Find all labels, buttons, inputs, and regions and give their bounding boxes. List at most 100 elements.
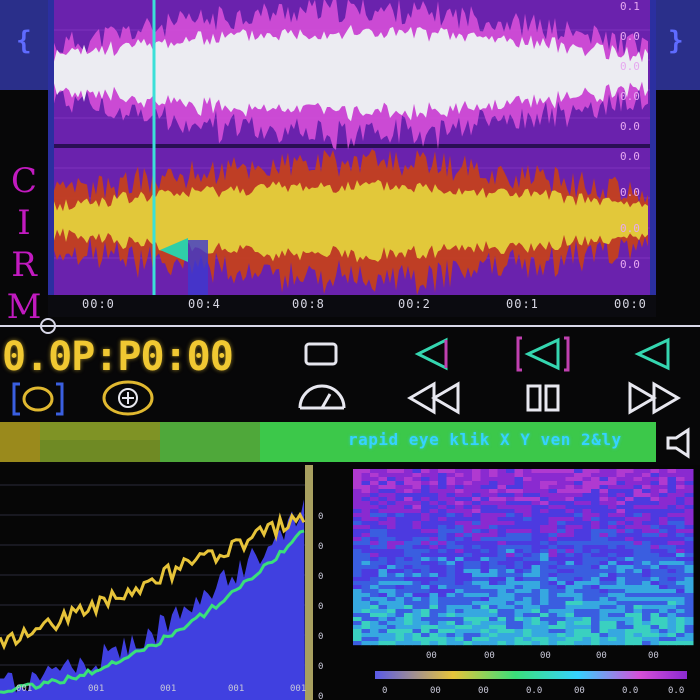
- spectrogram-cell: [667, 585, 677, 590]
- spectrogram-cell: [574, 485, 583, 490]
- spectrogram-cell: [463, 597, 473, 602]
- spectrogram-cell: [599, 473, 609, 478]
- level-history-graph[interactable]: 0000000: [0, 465, 345, 700]
- spectrogram-cell: [395, 521, 405, 526]
- spectrogram-cell: [455, 521, 464, 526]
- spectrogram-view[interactable]: [345, 465, 700, 700]
- pause-button[interactable]: [522, 380, 566, 416]
- stop-button[interactable]: [300, 336, 344, 372]
- spectrogram-cell: [395, 597, 405, 602]
- fast-forward-button[interactable]: [624, 380, 686, 416]
- spectrogram-cell: [582, 641, 592, 646]
- spectrogram-cell: [506, 629, 515, 634]
- spectrogram-cell: [421, 485, 430, 490]
- spectrogram-cell: [531, 489, 541, 494]
- spectrogram-cell: [463, 533, 473, 538]
- spectrogram-cell: [472, 589, 481, 594]
- spectrogram-cell: [429, 585, 439, 590]
- spectrogram-cell: [523, 609, 532, 614]
- next-marker-button[interactable]: [628, 334, 678, 374]
- spectrogram-cell: [523, 545, 532, 550]
- spectrogram-cell: [370, 545, 379, 550]
- spectrogram-cell: [497, 537, 507, 542]
- time-ruler[interactable]: [48, 295, 656, 317]
- spectrogram-cell: [395, 545, 405, 550]
- spectrogram-cell: [582, 553, 592, 558]
- spectrogram-cell: [642, 617, 651, 622]
- spectrogram-cell: [625, 561, 634, 566]
- spectrogram-cell: [472, 617, 481, 622]
- add-button[interactable]: [98, 378, 158, 418]
- spectrogram-cell: [378, 633, 388, 638]
- spectrogram-cell: [506, 593, 515, 598]
- spectrogram-cell: [489, 633, 498, 638]
- spectrogram-cell: [378, 589, 388, 594]
- waveform-view[interactable]: 0.10.00.00.00.0 0.00.00.00.0: [48, 0, 656, 295]
- spectrogram-cell: [574, 637, 583, 642]
- spectrogram-cell: [676, 613, 685, 618]
- selection-region[interactable]: [188, 240, 208, 295]
- chevron-left-icon[interactable]: {: [16, 26, 32, 56]
- spectrogram-cell: [565, 521, 575, 526]
- spectrogram-cell: [395, 481, 405, 486]
- record-arm-button[interactable]: [10, 380, 66, 418]
- spectrogram-cell: [676, 633, 685, 638]
- spectrogram-cell: [412, 609, 422, 614]
- spectrogram-cell: [395, 497, 405, 502]
- spectrogram-cell: [667, 617, 677, 622]
- spectrogram-cell: [438, 517, 447, 522]
- spectrogram-cell: [684, 501, 694, 506]
- spectrogram-cell: [404, 505, 413, 510]
- left-scroll-panel[interactable]: {: [0, 0, 48, 90]
- spectrogram-cell: [684, 569, 694, 574]
- spectrogram-cell: [412, 641, 422, 646]
- spectrogram-cell: [489, 577, 498, 582]
- loop-marker-button[interactable]: [514, 334, 572, 374]
- speed-button[interactable]: [294, 378, 350, 418]
- prev-marker-button[interactable]: [408, 334, 458, 374]
- spectrogram-cell: [412, 473, 422, 478]
- spectrogram-cell: [421, 513, 430, 518]
- spectrogram-cell: [531, 609, 541, 614]
- chevron-right-icon[interactable]: }: [668, 26, 684, 56]
- spectrogram-cell: [429, 577, 439, 582]
- spectrogram-cell: [540, 545, 549, 550]
- spectrogram-cell: [650, 613, 660, 618]
- scrub-bar[interactable]: [0, 318, 700, 334]
- spectrogram-cell: [506, 525, 515, 530]
- spectrogram-cell: [404, 509, 413, 514]
- spectrogram-bands: [353, 469, 694, 646]
- spectrogram-cell: [378, 637, 388, 642]
- spectrogram-cell: [659, 517, 668, 522]
- spectrogram-cell: [599, 625, 609, 630]
- spectrogram-cell: [480, 525, 490, 530]
- spectrogram-cell: [684, 573, 694, 578]
- spectrogram-cell: [599, 577, 609, 582]
- spectrogram-cell: [387, 641, 396, 646]
- spectrogram-cell: [480, 521, 490, 526]
- spectrogram-cell: [616, 545, 626, 550]
- spectrogram-cell: [421, 561, 430, 566]
- spectrogram-cell: [608, 633, 617, 638]
- spectrogram-cell: [650, 577, 660, 582]
- spectrogram-cell: [591, 513, 600, 518]
- spectrogram-cell: [438, 541, 447, 546]
- spectrogram-cell: [463, 509, 473, 514]
- spectrogram-cell: [361, 569, 371, 574]
- spectrogram-cell: [616, 629, 626, 634]
- rewind-button[interactable]: [404, 380, 466, 416]
- spectrogram-cell: [667, 505, 677, 510]
- spectrogram-cell: [616, 581, 626, 586]
- spectrogram-cell: [514, 497, 524, 502]
- spectrogram-cell: [395, 569, 405, 574]
- spectrogram-cell: [633, 601, 643, 606]
- spectrogram-cell: [531, 553, 541, 558]
- spectrogram-cell: [514, 481, 524, 486]
- spectrogram-cell: [599, 509, 609, 514]
- spectrogram-cell: [353, 469, 362, 474]
- volume-button[interactable]: [664, 426, 698, 460]
- spectrogram-cell: [395, 577, 405, 582]
- right-scroll-panel[interactable]: }: [656, 0, 700, 90]
- spectrogram-cell: [574, 585, 583, 590]
- spectrogram-cell: [574, 633, 583, 638]
